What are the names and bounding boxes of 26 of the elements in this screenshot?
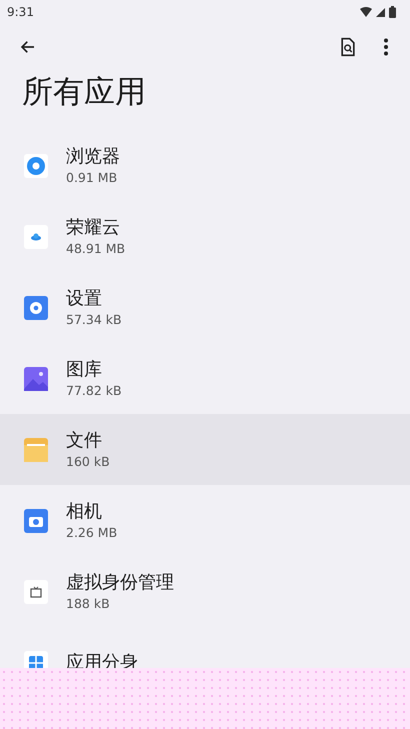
app-size: 188 kB: [66, 594, 111, 612]
app-size: 77.82 kB: [66, 382, 122, 400]
cloud-icon: [24, 224, 48, 248]
signal-icon: [376, 8, 385, 16]
gallery-icon: [24, 366, 48, 390]
battery-icon: [389, 6, 396, 18]
wifi-icon: [360, 7, 372, 17]
app-size: 0.91 MB: [66, 168, 118, 186]
page-title: 所有应用: [21, 73, 147, 112]
app-name: 荣耀云: [66, 216, 121, 240]
camera-icon: [24, 508, 48, 532]
app-size: 2.26 MB: [66, 524, 118, 542]
app-name: 图库: [66, 358, 103, 382]
app-name: 相机: [66, 500, 103, 524]
app-item[interactable]: 文件 160 kB: [0, 414, 410, 485]
app-name: 浏览器: [66, 144, 120, 168]
status-time: 9:31: [7, 5, 34, 19]
browser-icon: [24, 154, 48, 178]
app-name: 虚拟身份管理: [66, 570, 174, 594]
app-size: 160 kB: [66, 452, 110, 470]
app-name: 文件: [66, 428, 103, 452]
app-size: 48.91 MB: [66, 240, 126, 258]
menu-icon: [383, 38, 389, 56]
folder-icon: [24, 438, 48, 462]
app-name: 设置: [66, 286, 103, 310]
app-size: 57.34 kB: [66, 310, 122, 328]
